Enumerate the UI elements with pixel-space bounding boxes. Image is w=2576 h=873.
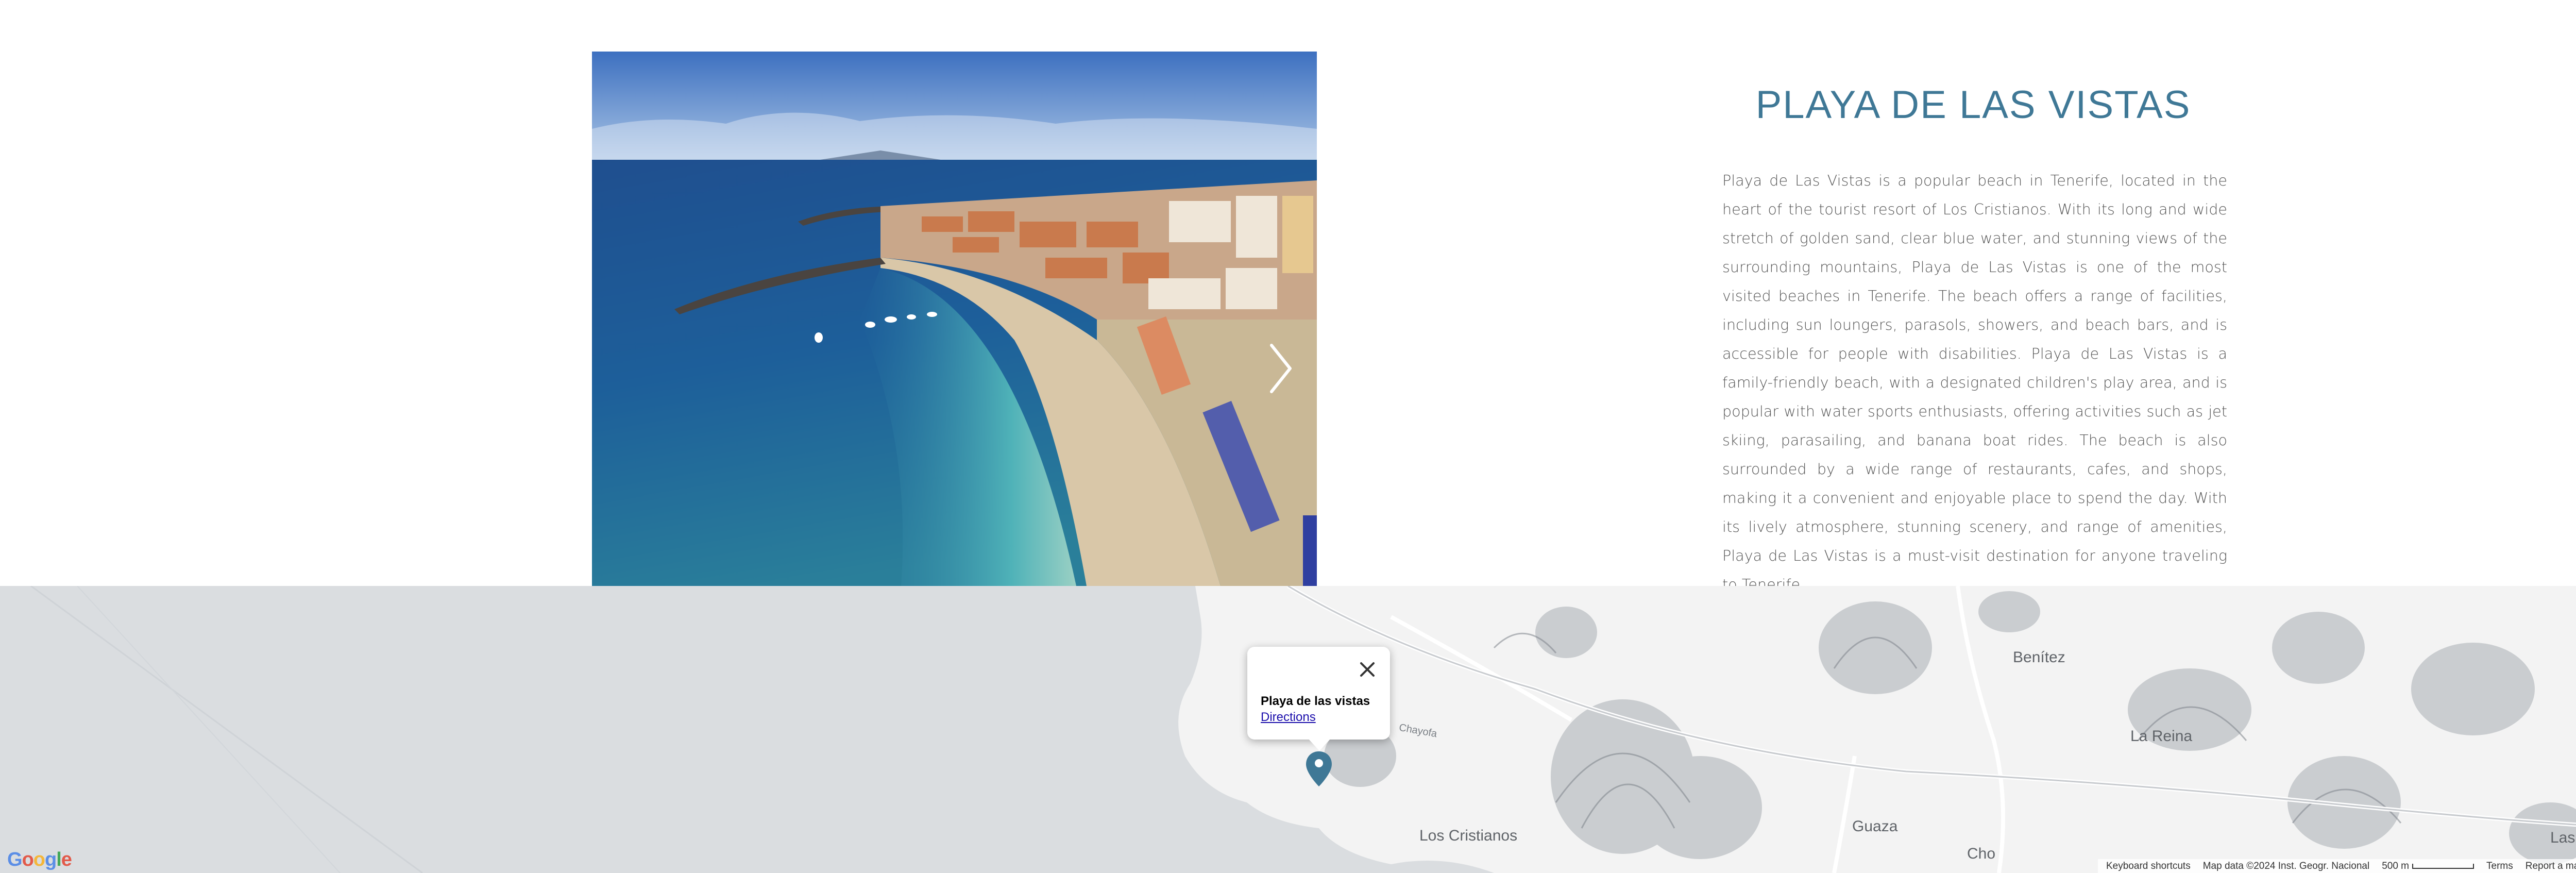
- page-title: PLAYA DE LAS VISTAS: [1755, 83, 2191, 127]
- map-label-cho: Cho: [1967, 845, 1996, 862]
- report-map-error-link[interactable]: Report a map error: [2526, 861, 2576, 872]
- directions-link[interactable]: Directions: [1261, 710, 1316, 725]
- keyboard-shortcuts-link[interactable]: Keyboard shortcuts: [2106, 861, 2191, 872]
- map-scale-bar: [2412, 863, 2474, 869]
- info-window-place-name: Playa de las vistas: [1261, 694, 1370, 708]
- map-label-las-chafiras: Las Chafiras: [2550, 829, 2576, 846]
- info-window-close-button[interactable]: [1355, 657, 1380, 682]
- map-label-benitez: Benítez: [2013, 649, 2065, 666]
- beach-photo: [592, 52, 1317, 586]
- map-data-attribution: Map data ©2024 Inst. Geogr. Nacional: [2202, 860, 2370, 871]
- beach-aerial-image: [592, 52, 1317, 586]
- map-label-los-cristianos: Los Cristianos: [1419, 827, 1518, 844]
- map-info-window: Playa de las vistas Directions: [1247, 647, 1390, 751]
- close-icon: [1360, 662, 1375, 677]
- map-label-guaza: Guaza: [1852, 818, 1898, 835]
- google-logo[interactable]: Google: [7, 849, 72, 871]
- chevron-right-icon: [1270, 344, 1292, 393]
- map-attribution-bar: Keyboard shortcuts Map data ©2024 Inst. …: [2098, 859, 2576, 873]
- map-marker[interactable]: [1305, 750, 1333, 787]
- carousel-next-button[interactable]: [1265, 340, 1296, 397]
- beach-description: Playa de Las Vistas is a popular beach i…: [1722, 172, 2227, 593]
- terms-link[interactable]: Terms: [2486, 861, 2513, 872]
- map-label-la-reina: La Reina: [2130, 728, 2193, 745]
- map-pin-icon: [1306, 751, 1332, 786]
- map-scale-label[interactable]: 500 m: [2382, 861, 2409, 872]
